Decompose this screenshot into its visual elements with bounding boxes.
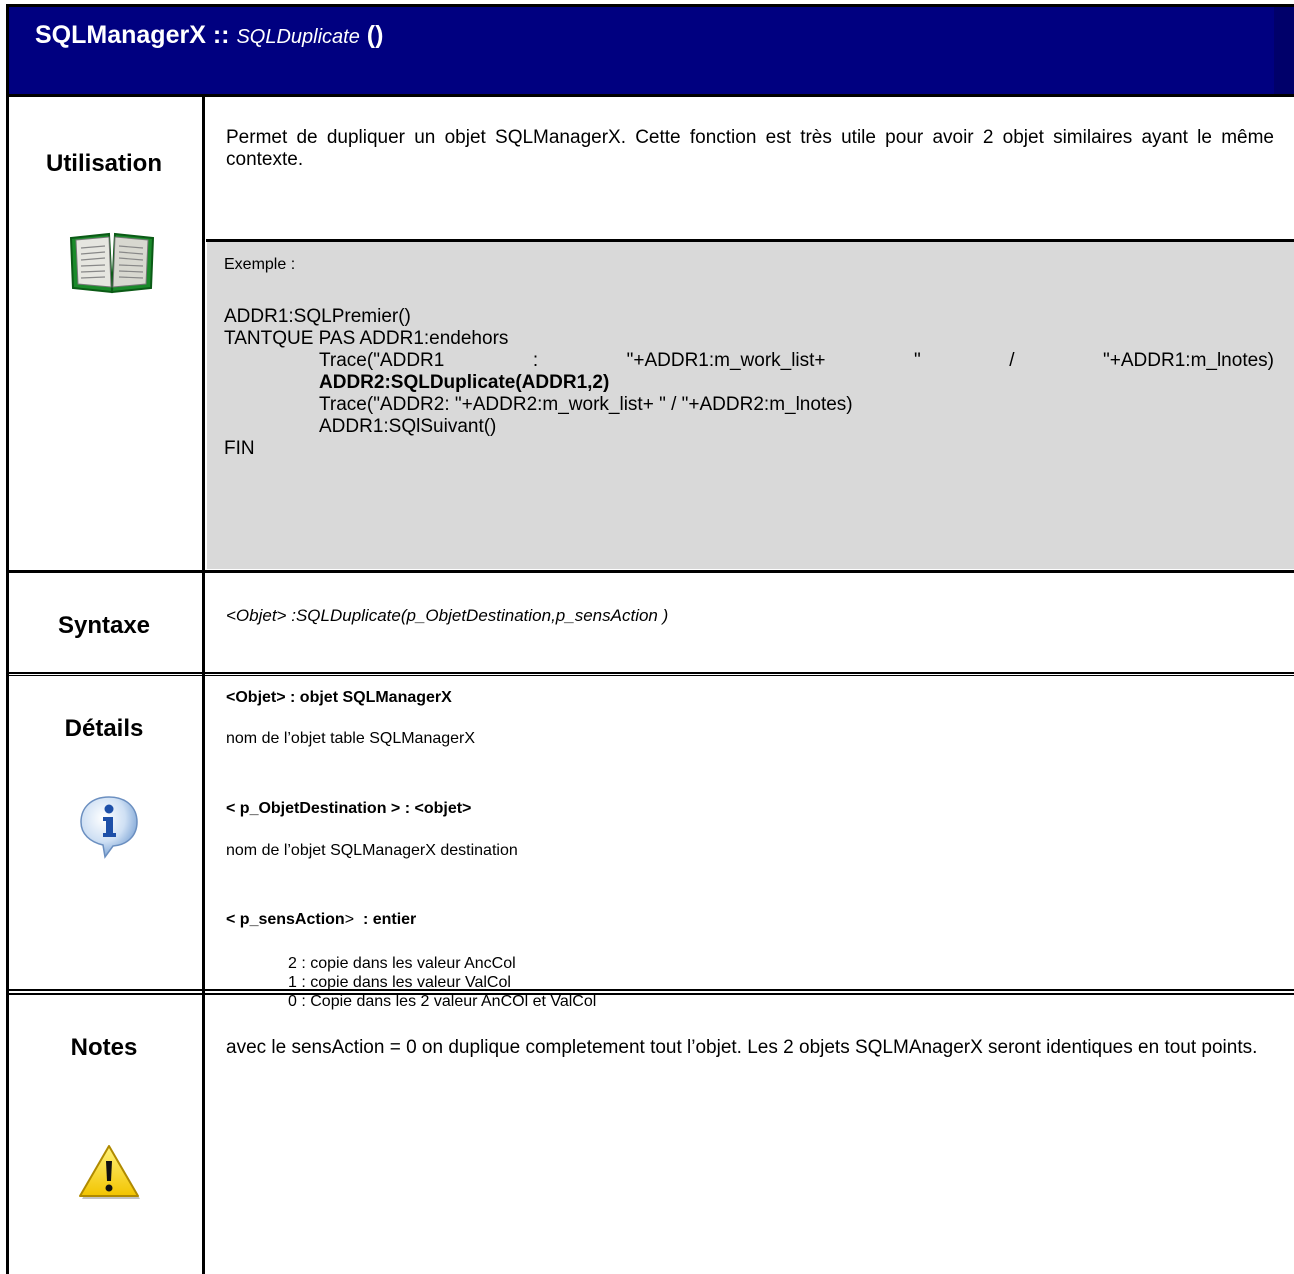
row-divider bbox=[6, 94, 1294, 97]
page-title: SQLManagerX :: SQLDuplicate () bbox=[35, 21, 384, 49]
warning-icon bbox=[79, 1145, 140, 1199]
info-icon bbox=[80, 796, 138, 859]
book-icon bbox=[69, 232, 155, 294]
param-objet-text: nom de l’objet table SQLManagerX bbox=[226, 730, 476, 747]
notes-text: avec le sensAction = 0 on duplique compl… bbox=[226, 1037, 1258, 1058]
syntax-object: <Objet> bbox=[226, 606, 287, 625]
code-line: FIN bbox=[224, 438, 255, 459]
code-line: ADDR1:SQlSuivant() bbox=[319, 416, 497, 437]
row-divider bbox=[6, 989, 1294, 991]
utilisation-description: Permet de dupliquer un objet SQLManagerX… bbox=[226, 127, 1274, 170]
param-sensaction-heading: < p_sensAction> : entier bbox=[226, 911, 417, 928]
code-line-highlight: ADDR2:SQLDuplicate(ADDR1,2) bbox=[319, 372, 610, 393]
method-name: SQLDuplicate bbox=[236, 26, 360, 48]
column-divider-left bbox=[6, 94, 9, 1274]
param-objet-heading: <Objet> : objet SQLManagerX bbox=[226, 689, 452, 706]
page-header: SQLManagerX :: SQLDuplicate () bbox=[6, 4, 1294, 94]
column-divider-mid bbox=[202, 94, 205, 1274]
utilisation-label: Utilisation bbox=[45, 150, 162, 177]
header-edge bbox=[1274, 7, 1294, 94]
details-label: Détails bbox=[64, 715, 144, 742]
row-divider bbox=[6, 675, 1294, 676]
syntax-call: :SQLDuplicate(p_ObjetDestination,p_sensA… bbox=[286, 606, 669, 625]
param-destination-heading: < p_ObjetDestination > : <objet> bbox=[226, 800, 472, 817]
option-item: 0 : Copie dans les 2 valeur AnCOl et Val… bbox=[288, 993, 597, 1010]
code-line: Trace("ADDR1 : "+ADDR1:m_work_list+ " / … bbox=[319, 350, 1274, 371]
row-divider bbox=[6, 570, 1294, 573]
option-item: 1 : copie dans les valeur ValCol bbox=[288, 974, 511, 991]
example-block: Exemple : ADDR1:SQLPremier() TANTQUE PAS… bbox=[207, 242, 1294, 569]
syntax-signature: <Objet> :SQLDuplicate(p_ObjetDestination… bbox=[226, 606, 668, 626]
row-divider bbox=[6, 993, 1294, 995]
code-line: ADDR1:SQLPremier() bbox=[224, 306, 411, 327]
param-destination-text: nom de l’objet SQLManagerX destination bbox=[226, 842, 518, 859]
row-divider bbox=[6, 672, 1294, 674]
example-label: Exemple : bbox=[224, 256, 296, 273]
code-line: Trace("ADDR2: "+ADDR2:m_work_list+ " / "… bbox=[319, 394, 853, 415]
notes-label: Notes bbox=[70, 1034, 138, 1061]
option-item: 2 : copie dans les valeur AncCol bbox=[288, 955, 516, 972]
code-line: TANTQUE PAS ADDR1:endehors bbox=[224, 328, 509, 349]
syntaxe-label: Syntaxe bbox=[57, 612, 151, 639]
method-parens: () bbox=[366, 21, 384, 49]
